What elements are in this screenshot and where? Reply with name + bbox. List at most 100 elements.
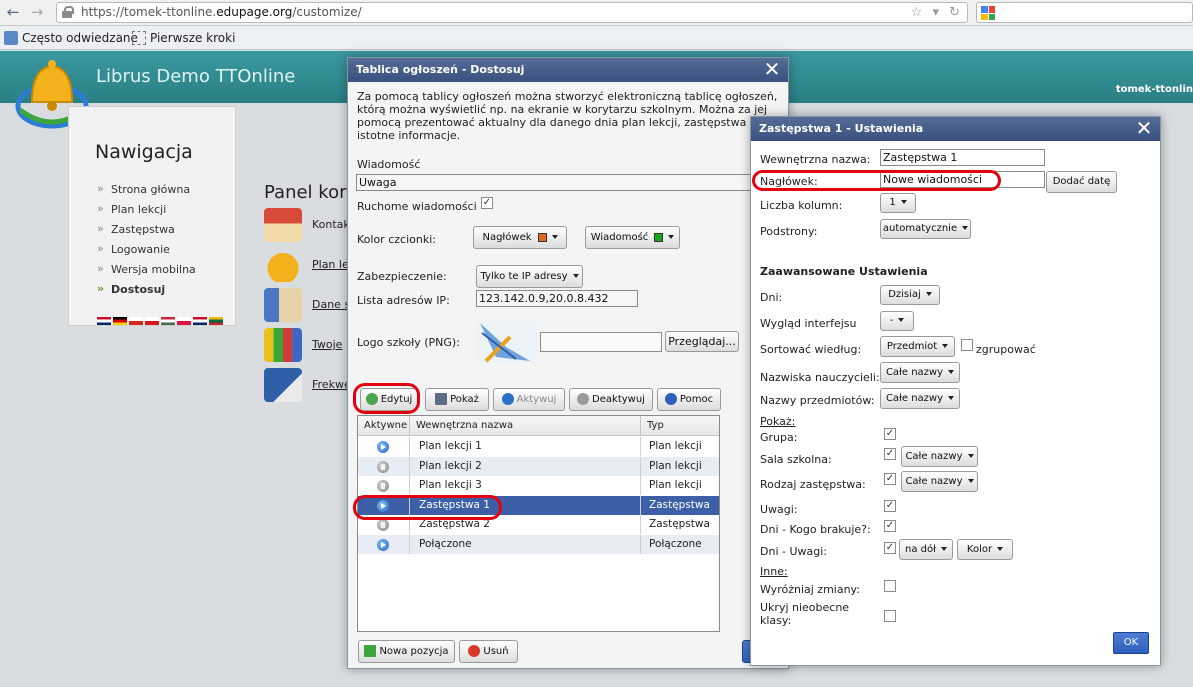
delete-icon bbox=[468, 645, 481, 657]
lock-icon bbox=[62, 6, 74, 18]
highlight-changes-label: Wyróżniaj zmiany: bbox=[760, 583, 860, 596]
flag-icon[interactable] bbox=[177, 317, 191, 325]
moving-messages-checkbox[interactable]: ✓ bbox=[481, 197, 493, 209]
active-icon[interactable] bbox=[377, 441, 389, 453]
teachers-select[interactable]: Całe nazwy bbox=[880, 362, 960, 383]
nav-item-mobile[interactable]: Wersja mobilna bbox=[97, 262, 196, 283]
color-swatch bbox=[654, 232, 664, 242]
ip-list-input[interactable]: 123.142.0.9,20.0.8.432 bbox=[476, 290, 638, 307]
flag-icon[interactable] bbox=[145, 317, 159, 325]
bell-icon bbox=[264, 248, 302, 282]
chevron-down-icon bbox=[668, 235, 675, 239]
delete-button[interactable]: Usuń bbox=[459, 640, 518, 663]
subjects-select[interactable]: Całe nazwy bbox=[880, 388, 960, 409]
table-row[interactable]: Plan lekcji 2 Plan lekcji bbox=[358, 456, 719, 476]
activate-button[interactable]: Aktywuj bbox=[493, 388, 565, 411]
add-date-button[interactable]: Dodać datę bbox=[1046, 171, 1117, 193]
missing-checkbox[interactable]: ✓ bbox=[884, 520, 896, 532]
days-select[interactable]: Dzisiaj bbox=[880, 285, 940, 305]
browse-button[interactable]: Przeglądaj... bbox=[665, 331, 739, 352]
ok-button[interactable]: OK bbox=[1113, 632, 1149, 654]
look-select[interactable]: - bbox=[880, 311, 914, 331]
forward-arrow-icon[interactable]: → bbox=[28, 3, 46, 21]
inactive-icon[interactable] bbox=[377, 460, 389, 473]
nav-item-timetable[interactable]: Plan lekcji bbox=[97, 202, 196, 223]
sub-type-checkbox[interactable]: ✓ bbox=[884, 473, 896, 485]
day-notes-checkbox[interactable]: ✓ bbox=[884, 542, 896, 554]
bookmark-first-steps[interactable]: Pierwsze kroki bbox=[130, 26, 235, 50]
flag-icon[interactable] bbox=[193, 317, 207, 325]
sort-select[interactable]: Przedmiot bbox=[880, 336, 955, 357]
group-show-label: Grupa: bbox=[760, 431, 798, 444]
notes-checkbox[interactable]: ✓ bbox=[884, 500, 896, 512]
message-input[interactable]: Uwaga bbox=[356, 174, 789, 191]
table-row[interactable]: Plan lekcji 1 Plan lekcji bbox=[358, 437, 719, 457]
search-box[interactable] bbox=[976, 2, 1193, 23]
col-header-type[interactable]: Typ bbox=[641, 416, 719, 436]
col-header-active[interactable]: Aktywne bbox=[358, 416, 410, 436]
new-item-button[interactable]: Nowa pozycja bbox=[358, 640, 455, 663]
star-icon[interactable]: ☆ ▾ ↻ bbox=[911, 3, 963, 22]
nav-item-login[interactable]: Logowanie bbox=[97, 242, 196, 263]
message-color-button[interactable]: Wiadomość bbox=[585, 226, 680, 249]
group-checkbox[interactable] bbox=[961, 339, 973, 351]
nav-item-customize[interactable]: Dostosuj bbox=[97, 282, 196, 303]
nav-item-home[interactable]: Strona główna bbox=[97, 182, 196, 203]
deactivate-button[interactable]: Deaktywuj bbox=[569, 388, 653, 411]
bookmarks-bar: Często odwiedzane Pierwsze kroki bbox=[0, 26, 1193, 50]
logo-file-input[interactable] bbox=[540, 332, 662, 352]
bookmark-icon bbox=[4, 31, 18, 45]
table-row[interactable]: Plan lekcji 3 Plan lekcji bbox=[358, 476, 719, 496]
flag-icon[interactable] bbox=[161, 317, 175, 325]
columns-select[interactable]: 1 bbox=[880, 193, 916, 213]
notes-label: Uwagi: bbox=[760, 503, 798, 516]
inactive-icon[interactable] bbox=[377, 519, 389, 531]
language-flags bbox=[97, 317, 223, 325]
flag-icon[interactable] bbox=[113, 317, 127, 325]
day-notes-color-select[interactable]: Kolor bbox=[957, 539, 1013, 560]
close-icon[interactable]: ✕ bbox=[762, 59, 782, 80]
table-row[interactable]: Połączone Połączone bbox=[358, 534, 719, 554]
settings-dialog: Zastępstwa 1 - Ustawienia ✕ Wewnętrzna n… bbox=[750, 116, 1161, 666]
panel-item-attendance[interactable]: Frekwe bbox=[264, 368, 354, 402]
close-icon[interactable]: ✕ bbox=[1134, 118, 1154, 139]
nav-title: Nawigacja bbox=[95, 141, 193, 163]
bookmark-frequent[interactable]: Często odwiedzane bbox=[2, 26, 138, 50]
col-header-name[interactable]: Wewnętrzna nazwa bbox=[410, 416, 641, 436]
teacher-icon bbox=[264, 288, 302, 322]
highlight-changes-checkbox[interactable] bbox=[884, 580, 896, 592]
pause-icon bbox=[577, 393, 590, 405]
school-logo-image bbox=[476, 321, 538, 363]
nav-item-substitutions[interactable]: Zastępstwa bbox=[97, 222, 196, 243]
hide-absent-checkbox[interactable] bbox=[884, 610, 896, 622]
flag-icon[interactable] bbox=[129, 317, 143, 325]
active-icon[interactable] bbox=[377, 538, 389, 551]
panel-item-data[interactable]: Dane s bbox=[264, 288, 354, 322]
user-name[interactable]: tomek-ttonlin bbox=[1116, 84, 1193, 95]
flag-icon[interactable] bbox=[209, 317, 223, 325]
chevron-down-icon bbox=[898, 318, 905, 322]
sub-type-select[interactable]: Całe nazwy bbox=[901, 471, 978, 492]
sort-label: Sortować wiedług: bbox=[760, 343, 862, 356]
url-field[interactable]: https://tomek-ttonline.edupage.org/custo… bbox=[56, 2, 968, 23]
internal-name-input[interactable]: Zastępstwa 1 bbox=[880, 149, 1045, 166]
subpages-select[interactable]: automatycznie bbox=[880, 219, 971, 239]
show-button[interactable]: Pokaż bbox=[425, 388, 489, 411]
help-button[interactable]: Pomoc bbox=[657, 388, 721, 411]
google-icon bbox=[981, 6, 995, 20]
group-show-checkbox[interactable]: ✓ bbox=[884, 428, 896, 440]
room-select[interactable]: Całe nazwy bbox=[901, 446, 978, 467]
inactive-icon[interactable] bbox=[377, 480, 389, 492]
header-color-button[interactable]: Nagłówek bbox=[473, 226, 567, 249]
columns-label: Liczba kolumn: bbox=[760, 199, 843, 212]
flag-icon[interactable] bbox=[97, 317, 111, 325]
room-checkbox[interactable]: ✓ bbox=[884, 448, 896, 460]
security-select[interactable]: Tylko te IP adresy bbox=[476, 265, 583, 288]
day-notes-position-select[interactable]: na dół bbox=[899, 539, 953, 560]
panel-item-contact[interactable]: Kontak bbox=[264, 208, 354, 242]
back-arrow-icon[interactable]: ← bbox=[4, 3, 22, 21]
panel-item-yours[interactable]: Twoje bbox=[264, 328, 354, 362]
ip-list-label: Lista adresów IP: bbox=[357, 294, 450, 307]
panel-item-timetable[interactable]: Plan le bbox=[264, 248, 354, 282]
chevron-down-icon bbox=[967, 454, 974, 458]
